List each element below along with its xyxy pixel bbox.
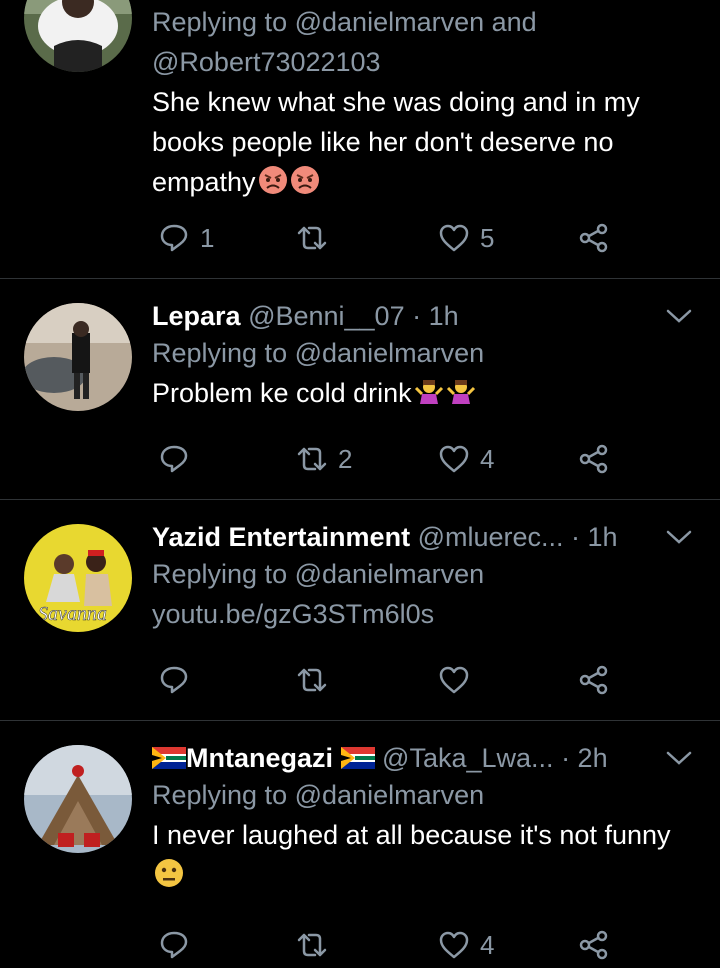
reply-button[interactable]: 1: [158, 218, 214, 258]
like-icon: [439, 445, 469, 473]
like-count: 4: [480, 929, 495, 960]
like-count: 4: [480, 443, 495, 474]
share-icon: [579, 444, 608, 474]
display-name[interactable]: Yazid Entertainment: [152, 522, 410, 552]
retweet-icon: [297, 668, 327, 692]
display-name[interactable]: Lepara: [152, 301, 241, 331]
like-icon: [439, 666, 469, 694]
chevron-down-icon[interactable]: [664, 743, 694, 773]
share-icon: [579, 930, 608, 960]
tweet-actions: 2 4: [152, 439, 622, 479]
tweet-header: Mntanegazi @Taka_Lwa... · 2h: [152, 741, 700, 775]
retweet-button[interactable]: [296, 660, 338, 700]
user-handle[interactable]: @Benni__07: [248, 301, 405, 331]
shrug-icon: [414, 376, 444, 406]
retweet-button[interactable]: [296, 925, 338, 965]
youtube-link[interactable]: youtu.be/gzG3STm6l0s: [152, 599, 434, 629]
reply-button[interactable]: [158, 925, 200, 965]
reply-prefix: Replying to: [152, 559, 288, 589]
tweet-actions: [152, 660, 622, 700]
reply-prefix: Replying to: [152, 338, 288, 368]
tweet-actions: 4: [152, 925, 622, 965]
user-handle[interactable]: @mluerec...: [418, 522, 564, 552]
chevron-down-icon[interactable]: [664, 522, 694, 552]
timestamp[interactable]: · 1h: [571, 522, 618, 552]
tweet-text: Problem ke cold drink: [152, 373, 700, 413]
avatar[interactable]: [24, 0, 132, 72]
like-button[interactable]: 5: [438, 218, 494, 258]
retweet-icon: [297, 447, 327, 471]
share-button[interactable]: [578, 660, 610, 700]
chevron-down-icon[interactable]: [664, 301, 694, 331]
like-button[interactable]: 4: [438, 925, 494, 965]
mention-danielmarven[interactable]: @danielmarven: [295, 338, 485, 368]
tweet-3[interactable]: Savanna Yazid Entertainment @mluerec... …: [0, 500, 720, 720]
share-button[interactable]: [578, 925, 610, 965]
like-icon: [439, 931, 469, 959]
timestamp[interactable]: · 1h: [412, 301, 459, 331]
reply-prefix: Replying to: [152, 7, 288, 37]
reply-icon: [160, 931, 188, 959]
tweet-actions: 1 5: [152, 218, 622, 258]
retweet-button[interactable]: 2: [296, 439, 352, 479]
retweet-icon: [297, 226, 327, 250]
tweet-1[interactable]: Replying to @danielmarven and @Robert730…: [0, 0, 720, 278]
like-button[interactable]: 4: [438, 439, 494, 479]
tweet-text: youtu.be/gzG3STm6l0s: [152, 594, 700, 634]
neutral-face-icon: [154, 858, 184, 888]
share-icon: [579, 665, 608, 695]
retweet-count: 2: [338, 443, 353, 474]
avatar[interactable]: Savanna: [24, 524, 132, 632]
share-icon: [579, 223, 608, 253]
reply-context: Replying to @danielmarven and @Robert730…: [152, 2, 700, 82]
reply-context: Replying to @danielmarven: [152, 554, 700, 594]
reply-context: Replying to @danielmarven: [152, 333, 700, 373]
retweet-button[interactable]: [296, 218, 338, 258]
avatar[interactable]: [24, 303, 132, 411]
mention-danielmarven[interactable]: @danielmarven: [295, 7, 485, 37]
mention-robert[interactable]: @Robert73022103: [152, 47, 381, 77]
reply-and: and: [491, 7, 537, 37]
mention-danielmarven[interactable]: @danielmarven: [295, 780, 485, 810]
tweet-text: She knew what she was doing and in my bo…: [152, 87, 640, 197]
share-button[interactable]: [578, 439, 610, 479]
like-count: 5: [480, 222, 495, 253]
reply-button[interactable]: [158, 660, 200, 700]
reply-prefix: Replying to: [152, 780, 288, 810]
timestamp[interactable]: · 2h: [561, 743, 608, 773]
like-button[interactable]: [438, 660, 480, 700]
mention-danielmarven[interactable]: @danielmarven: [295, 559, 485, 589]
tweet-header: Lepara @Benni__07 · 1h: [152, 299, 700, 333]
tweet-2[interactable]: Lepara @Benni__07 · 1h Replying to @dani…: [0, 279, 720, 499]
reply-count: 1: [200, 222, 215, 253]
tweet-4[interactable]: Mntanegazi @Taka_Lwa... · 2h Replying to…: [0, 721, 720, 968]
display-name[interactable]: Mntanegazi: [186, 743, 333, 773]
angry-face-icon: [258, 165, 288, 195]
south-africa-flag-icon: [152, 743, 186, 769]
tweet-header: Yazid Entertainment @mluerec... · 1h: [152, 520, 700, 554]
angry-face-icon: [290, 165, 320, 195]
reply-icon: [160, 666, 188, 694]
tweet-text: I never laughed at all because it's not …: [152, 815, 700, 895]
svg-text:Savanna: Savanna: [38, 603, 107, 625]
user-handle[interactable]: @Taka_Lwa...: [382, 743, 554, 773]
avatar[interactable]: [24, 745, 132, 853]
share-button[interactable]: [578, 218, 610, 258]
like-icon: [439, 224, 469, 252]
reply-button[interactable]: [158, 439, 200, 479]
retweet-icon: [297, 933, 327, 957]
reply-icon: [160, 445, 188, 473]
shrug-icon: [446, 376, 476, 406]
reply-icon: [160, 224, 188, 252]
south-africa-flag-icon: [340, 743, 375, 769]
reply-context: Replying to @danielmarven: [152, 775, 700, 815]
